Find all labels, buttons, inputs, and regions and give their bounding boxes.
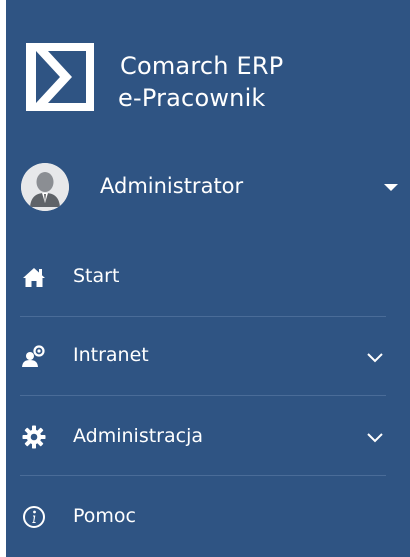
brand-name-line1: Comarch ERP	[120, 52, 284, 80]
user-avatar-icon	[21, 163, 69, 211]
menu-item-intranet[interactable]: Intranet	[6, 318, 410, 396]
user-menu-toggle[interactable]: Administrator	[6, 154, 410, 220]
menu-divider	[20, 475, 386, 476]
menu-item-pomoc[interactable]: Pomoc	[6, 478, 410, 556]
menu-item-label: Intranet	[73, 344, 149, 366]
chevron-down-icon[interactable]	[366, 432, 384, 444]
gear-icon	[22, 425, 46, 449]
menu-item-administracja[interactable]: Administracja	[6, 398, 410, 476]
sidebar: Comarch ERP e-Pracownik Administrator St…	[6, 0, 410, 557]
user-name: Administrator	[100, 174, 244, 198]
menu-item-start[interactable]: Start	[6, 238, 410, 316]
menu-divider	[20, 316, 386, 317]
comarch-logo-icon	[26, 43, 94, 111]
home-icon	[23, 268, 45, 287]
menu-item-label: Start	[73, 265, 120, 287]
users-icon	[22, 345, 45, 367]
brand-name-line2: e-Pracownik	[118, 84, 266, 112]
chevron-down-icon[interactable]	[366, 352, 384, 364]
brand-header[interactable]: Comarch ERP e-Pracownik	[6, 0, 410, 136]
menu-item-label: Pomoc	[73, 505, 136, 527]
menu-divider	[20, 395, 386, 396]
info-circle-icon	[23, 506, 45, 528]
caret-down-icon[interactable]	[384, 184, 398, 191]
menu-item-label: Administracja	[73, 425, 204, 447]
